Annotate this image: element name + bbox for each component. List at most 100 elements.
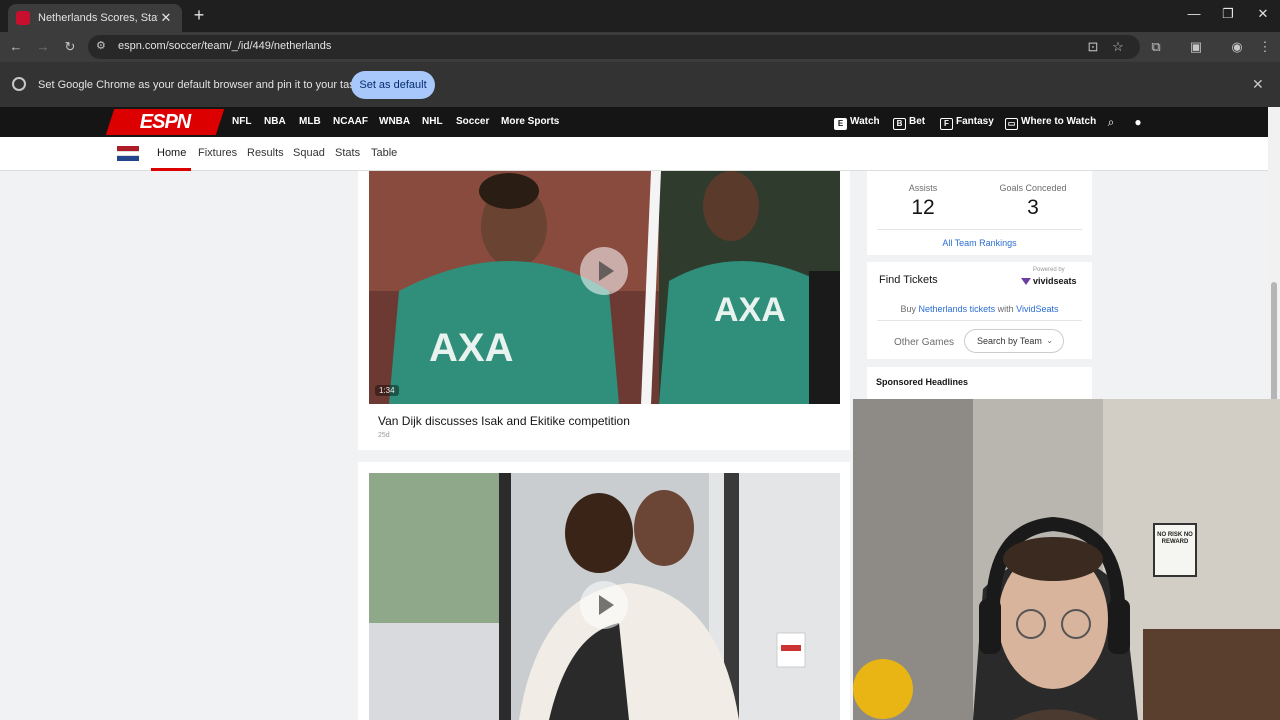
poster-text: NO RISK NO REWARD: [1157, 532, 1193, 545]
stats-divider: [877, 229, 1082, 230]
close-infobar-icon[interactable]: ✕: [1252, 76, 1264, 93]
subnav-home[interactable]: Home: [157, 147, 186, 159]
find-tickets-card: Find Tickets Powered by vividseats Buy N…: [867, 262, 1092, 359]
new-tab-button[interactable]: +: [190, 6, 208, 24]
watch-label: Watch: [850, 116, 880, 127]
goals-conceded-label: Goals Conceded: [999, 183, 1067, 193]
bet-link[interactable]: B Bet: [893, 116, 925, 130]
close-window-icon[interactable]: ✕: [1253, 6, 1273, 22]
video-duration: 1:34: [375, 385, 399, 396]
subnav-table[interactable]: Table: [371, 147, 397, 159]
back-icon[interactable]: ←: [7, 38, 25, 56]
default-browser-infobar: Set Google Chrome as your default browse…: [0, 62, 1280, 108]
vividseats-logo-text: vividseats: [1033, 276, 1077, 286]
play-video-button[interactable]: [580, 247, 628, 295]
tab-title: Netherlands Scores, Stats and Highlights…: [38, 12, 158, 24]
tickets-divider: [877, 320, 1082, 321]
bet-icon: B: [893, 118, 906, 130]
sponsored-headlines-title: Sponsored Headlines: [876, 377, 969, 387]
where-to-watch-link[interactable]: ▭ Where to Watch: [1005, 116, 1096, 130]
video-thumbnail[interactable]: AXA AXA 1:34: [369, 171, 840, 404]
set-as-default-button[interactable]: Set as default: [351, 71, 435, 99]
webcam-feed-image: [853, 399, 1280, 720]
tab-strip: Netherlands Scores, Stats and Highlights…: [0, 0, 1280, 32]
menu-icon[interactable]: ⋮: [1256, 38, 1274, 56]
reload-icon[interactable]: ↻: [61, 38, 79, 56]
nav-link-ncaaf[interactable]: NCAAF: [333, 116, 368, 127]
tv-icon: ▭: [1005, 118, 1018, 130]
webcam-overlay: NO RISK NO REWARD: [853, 399, 1280, 720]
nav-link-mlb[interactable]: MLB: [299, 116, 321, 127]
powered-by-label: Powered by: [1033, 267, 1065, 273]
netherlands-tickets-link[interactable]: Netherlands tickets: [919, 304, 996, 314]
minimize-icon[interactable]: —: [1184, 6, 1204, 21]
watch-link[interactable]: E Watch: [834, 116, 880, 130]
fantasy-icon: F: [940, 118, 953, 130]
video-title[interactable]: Van Dijk discusses Isak and Ekitike comp…: [378, 414, 630, 428]
team-stats-card: Assists 12 Goals Conceded 3 All Team Ran…: [867, 171, 1092, 255]
video-thumbnail[interactable]: [369, 473, 840, 720]
video-card[interactable]: [358, 462, 850, 720]
browser-tab[interactable]: Netherlands Scores, Stats and Highlights…: [8, 4, 182, 32]
other-games-label: Other Games: [894, 337, 955, 348]
svg-text:AXA: AXA: [714, 291, 786, 329]
active-tab-underline: [151, 168, 191, 171]
espn-top-nav: ESPN NFL NBA MLB NCAAF WNBA NHL Soccer M…: [0, 107, 1280, 141]
team-subnav: Home Fixtures Results Squad Stats Table: [0, 137, 1268, 171]
nav-link-more-sports[interactable]: More Sports: [501, 116, 559, 127]
nav-link-nfl[interactable]: NFL: [232, 116, 251, 127]
search-icon[interactable]: ⌕: [1104, 115, 1118, 130]
address-bar[interactable]: ⚙ espn.com/soccer/team/_/id/449/netherla…: [88, 35, 1140, 59]
forward-icon[interactable]: →: [34, 38, 52, 56]
espn-favicon-icon: [16, 11, 30, 25]
subnav-squad[interactable]: Squad: [293, 147, 325, 159]
find-tickets-title: Find Tickets: [879, 274, 938, 286]
buy-prefix: Buy: [900, 304, 919, 314]
close-tab-icon[interactable]: ✕: [158, 10, 174, 26]
vividseats-logo-icon: [1021, 278, 1031, 285]
where-to-watch-label: Where to Watch: [1021, 116, 1097, 127]
profile-icon[interactable]: ◉: [1228, 38, 1246, 56]
subnav-fixtures[interactable]: Fixtures: [198, 147, 237, 159]
bookmark-star-icon[interactable]: ☆: [1109, 38, 1127, 56]
restore-icon[interactable]: ❐: [1218, 6, 1238, 22]
site-info-icon[interactable]: ⚙: [96, 39, 106, 52]
flag-stripe-blue: [117, 156, 139, 161]
video-card[interactable]: AXA AXA 1:34 Van Dijk discusses Isak and…: [358, 171, 850, 450]
search-by-team-dropdown[interactable]: Search by Team ⌄: [964, 329, 1064, 353]
fantasy-link[interactable]: F Fantasy: [940, 116, 994, 130]
subnav-results[interactable]: Results: [247, 147, 284, 159]
assists-value: 12: [911, 196, 935, 219]
bet-label: Bet: [909, 116, 926, 127]
vividseats-logo[interactable]: vividseats: [1021, 276, 1077, 286]
subnav-stats[interactable]: Stats: [335, 147, 360, 159]
scrollbar-thumb[interactable]: [1271, 282, 1277, 402]
nav-link-nhl[interactable]: NHL: [422, 116, 443, 127]
nav-link-wnba[interactable]: WNBA: [379, 116, 410, 127]
netherlands-flag-icon: [117, 146, 139, 161]
url-text[interactable]: espn.com/soccer/team/_/id/449/netherland…: [118, 40, 331, 52]
extensions-icon[interactable]: ⧉: [1147, 38, 1165, 56]
watch-icon: E: [834, 118, 847, 130]
chrome-logo-icon: [12, 77, 26, 91]
goals-conceded-value: 3: [1027, 196, 1039, 219]
vividseats-link[interactable]: VividSeats: [1016, 304, 1058, 314]
install-app-icon[interactable]: ⊡: [1084, 38, 1102, 56]
nav-link-nba[interactable]: NBA: [264, 116, 286, 127]
assists-label: Assists: [908, 183, 938, 193]
play-video-button[interactable]: [580, 581, 628, 629]
chevron-down-icon: ⌄: [1046, 336, 1053, 345]
sponsored-headlines-card: Sponsored Headlines: [867, 367, 1092, 399]
all-team-rankings-link[interactable]: All Team Rankings: [867, 238, 1092, 248]
infobar-message: Set Google Chrome as your default browse…: [38, 79, 377, 91]
side-panel-icon[interactable]: ▣: [1187, 38, 1205, 56]
buy-mid: with: [995, 304, 1017, 314]
espn-logo-text: ESPN: [139, 111, 191, 133]
svg-text:AXA: AXA: [429, 326, 513, 370]
nav-link-soccer[interactable]: Soccer: [456, 116, 489, 141]
account-icon[interactable]: ●: [1131, 115, 1145, 129]
video-age: 25d: [378, 432, 390, 439]
buy-tickets-line: Buy Netherlands tickets with VividSeats: [867, 304, 1092, 314]
espn-logo[interactable]: ESPN: [105, 109, 225, 135]
fantasy-label: Fantasy: [956, 116, 994, 127]
